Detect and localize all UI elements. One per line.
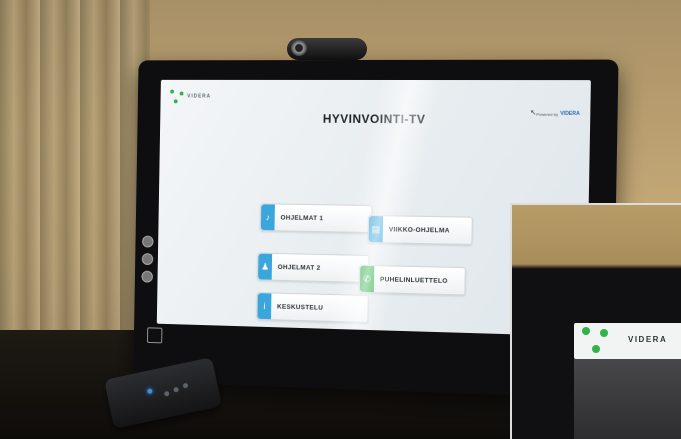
menu-button-label: OHJELMAT 1: [280, 214, 324, 222]
page-title: HYVINVOINTI-TV: [322, 111, 426, 127]
microphone-icon: ♪: [260, 204, 275, 231]
powered-by-brand: VIDERA: [560, 110, 580, 117]
webcam: [283, 34, 373, 62]
keskustelu-button[interactable]: i KESKUSTELU: [256, 292, 369, 323]
remote-button[interactable]: [182, 382, 189, 389]
app-logo: VIDERA: [170, 89, 212, 104]
monitor-power-button[interactable]: [141, 270, 153, 283]
hp-logo-icon: [147, 327, 163, 344]
menu-button-label: KESKUSTELU: [276, 303, 324, 312]
menu-button-label: PUHELINLUETTELO: [379, 275, 448, 285]
info-icon: i: [257, 293, 272, 320]
inset-logo-panel: VIDERA: [574, 323, 681, 359]
monitor-button[interactable]: [141, 253, 154, 266]
calendar-icon: ▤: [368, 216, 384, 243]
ohjelmat-2-button[interactable]: ♟ OHJELMAT 2: [257, 252, 370, 284]
menu-button-label: VIIKKO-OHJELMA: [388, 225, 450, 234]
menu-button-label: OHJELMAT 2: [277, 263, 321, 272]
phone-icon: ✆: [359, 265, 375, 293]
people-icon: ♟: [258, 253, 273, 280]
remote-led: [146, 388, 153, 395]
zoom-inset: VIDERA: [510, 203, 681, 439]
powered-by: Powered by VIDERA: [536, 111, 580, 117]
puhelinluettelo-button[interactable]: ✆ PUHELINLUETTELO: [358, 264, 466, 296]
webcam-lens-icon: [291, 40, 307, 56]
monitor-button[interactable]: [142, 235, 154, 248]
videra-logo-icon: [582, 327, 610, 355]
remote-button[interactable]: [163, 390, 170, 397]
photo-scene: VIDERA HYVINVOINTI-TV ↖ Powered by VIDER…: [0, 0, 681, 439]
inset-screen-content: [574, 359, 681, 439]
viikko-ohjelma-button[interactable]: ▤ VIIKKO-OHJELMA: [367, 214, 473, 246]
videra-logo-icon: [170, 89, 184, 104]
curtain: [0, 0, 150, 360]
remote-button[interactable]: [173, 386, 180, 393]
monitor-side-buttons: [140, 235, 154, 289]
app-logo-text: VIDERA: [187, 93, 212, 100]
ohjelmat-1-button[interactable]: ♪ OHJELMAT 1: [259, 203, 373, 234]
powered-by-label: Powered by: [536, 111, 559, 117]
inset-logo-text: VIDERA: [628, 335, 668, 344]
